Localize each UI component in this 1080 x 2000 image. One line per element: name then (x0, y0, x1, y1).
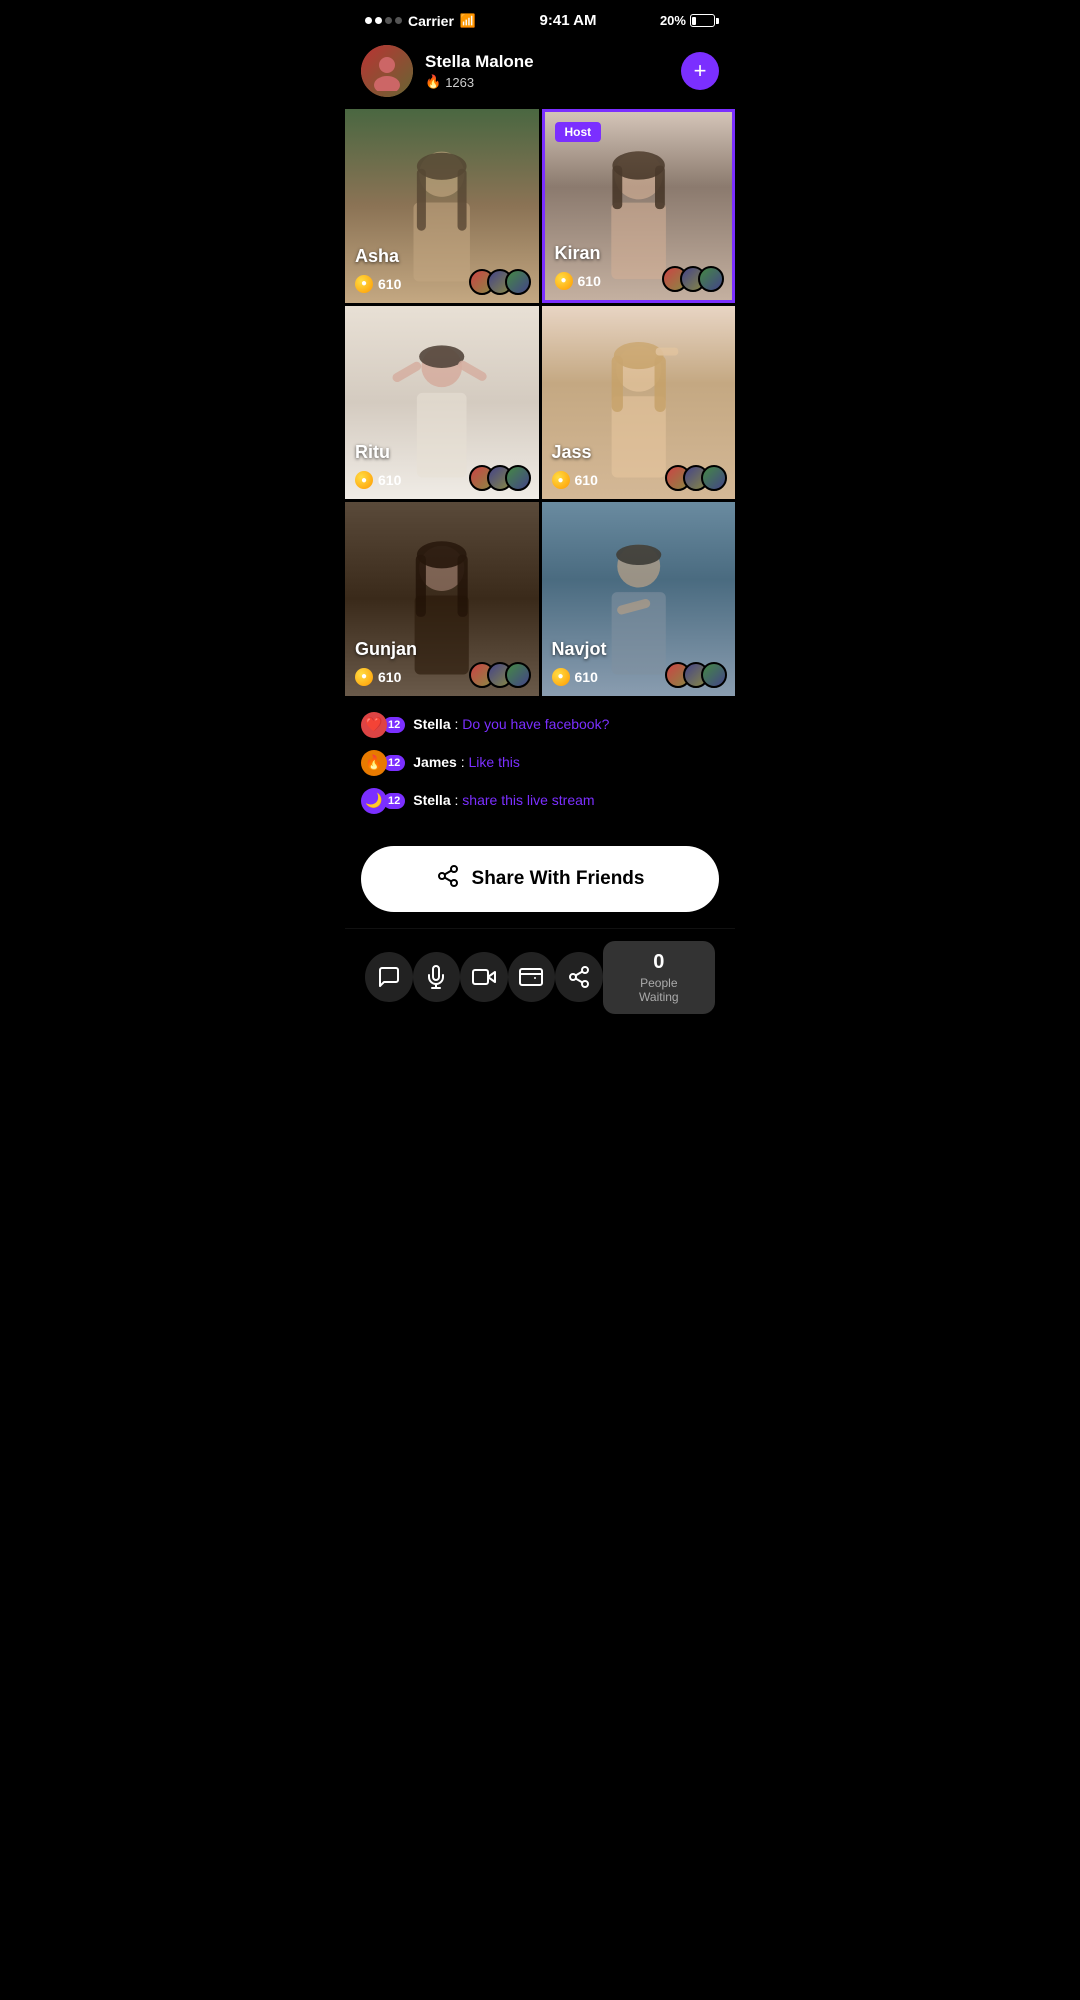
cell-name-ritu: Ritu (355, 442, 390, 463)
bottom-bar: 0 People Waiting (345, 928, 735, 1038)
user-info: Stella Malone 🔥 1263 (425, 52, 669, 90)
avatar (361, 45, 413, 97)
cell-name-kiran: Kiran (555, 243, 601, 264)
share-section: Share With Friends (345, 838, 735, 928)
chat-username-1: Stella (413, 716, 450, 732)
share-button-icon (436, 864, 460, 894)
status-right: 20% (660, 13, 715, 28)
cell-name-jass: Jass (552, 442, 592, 463)
avatars-group-asha (469, 269, 531, 295)
add-button[interactable]: + (681, 52, 719, 90)
signal-dot-4 (395, 17, 402, 24)
signal-dot-2 (375, 17, 382, 24)
video-icon (472, 965, 496, 989)
user-name: Stella Malone (425, 52, 669, 72)
chat-username-3: Stella (413, 792, 450, 808)
chat-message-3: 🌙 12 Stella : share this live stream (361, 788, 719, 814)
badge-icon-1: ❤️ (361, 712, 387, 738)
share-button-label: Share With Friends (472, 868, 645, 890)
status-left: Carrier 📶 (365, 13, 476, 29)
host-badge-kiran: Host (555, 122, 602, 142)
chat-badge-1: ❤️ 12 (361, 712, 405, 738)
user-score: 🔥 1263 (425, 74, 669, 90)
avatars-group-gunjan (469, 662, 531, 688)
coin-icon-gunjan: ● (355, 668, 373, 686)
user-card: Stella Malone 🔥 1263 + (345, 37, 735, 109)
battery-icon (690, 14, 715, 27)
people-waiting-panel: 0 People Waiting (603, 941, 715, 1014)
cell-name-asha: Asha (355, 246, 399, 267)
waiting-count: 0 (621, 951, 697, 974)
signal-dots (365, 17, 402, 24)
cell-name-gunjan: Gunjan (355, 639, 417, 660)
chat-msg-content-2: Like this (469, 754, 520, 770)
battery-percent: 20% (660, 13, 686, 28)
cell-score-kiran: ● 610 (555, 272, 601, 290)
cell-score-gunjan: ● 610 (355, 668, 401, 686)
mic-button[interactable] (413, 952, 461, 1002)
video-cell-jass[interactable]: Jass ● 610 (542, 306, 736, 500)
video-cell-navjot[interactable]: Navjot ● 610 (542, 502, 736, 696)
score-value: 1263 (445, 75, 474, 90)
cell-score-asha: ● 610 (355, 275, 401, 293)
share-bottom-button[interactable] (555, 952, 603, 1002)
mic-icon (424, 965, 448, 989)
coin-icon-jass: ● (552, 471, 570, 489)
chat-text-2: James : Like this (413, 753, 520, 773)
cell-name-navjot: Navjot (552, 639, 607, 660)
chat-section: ❤️ 12 Stella : Do you have facebook? 🔥 1… (345, 696, 735, 838)
avatars-group-jass (665, 465, 727, 491)
coin-icon-asha: ● (355, 275, 373, 293)
avatars-group-navjot (665, 662, 727, 688)
chat-message-1: ❤️ 12 Stella : Do you have facebook? (361, 712, 719, 738)
chat-icon (377, 965, 401, 989)
wallet-button[interactable] (508, 952, 556, 1002)
badge-icon-2: 🔥 (361, 750, 387, 776)
chat-button[interactable] (365, 952, 413, 1002)
share-with-friends-button[interactable]: Share With Friends (361, 846, 719, 912)
chat-badge-2: 🔥 12 (361, 750, 405, 776)
chat-message-2: 🔥 12 James : Like this (361, 750, 719, 776)
wallet-icon (519, 965, 543, 989)
chat-text-1: Stella : Do you have facebook? (413, 715, 609, 735)
video-cell-kiran[interactable]: Host Kiran ● 610 (542, 109, 736, 303)
chat-text-3: Stella : share this live stream (413, 791, 594, 811)
share-bottom-icon (567, 965, 591, 989)
cell-score-navjot: ● 610 (552, 668, 598, 686)
coin-icon-navjot: ● (552, 668, 570, 686)
video-grid: Asha ● 610 Host Kiran ● 610 (345, 109, 735, 696)
coin-icon-kiran: ● (555, 272, 573, 290)
badge-icon-3: 🌙 (361, 788, 387, 814)
chat-badge-3: 🌙 12 (361, 788, 405, 814)
avatars-group-kiran (662, 266, 724, 292)
waiting-label: People Waiting (621, 976, 697, 1004)
chat-username-2: James (413, 754, 457, 770)
cell-score-jass: ● 610 (552, 471, 598, 489)
cell-score-ritu: ● 610 (355, 471, 401, 489)
carrier-label: Carrier (408, 13, 454, 29)
signal-dot-1 (365, 17, 372, 24)
video-button[interactable] (460, 952, 508, 1002)
flame-icon: 🔥 (425, 74, 441, 90)
avatar-silhouette (367, 51, 407, 91)
video-cell-asha[interactable]: Asha ● 610 (345, 109, 539, 303)
wifi-icon: 📶 (460, 13, 476, 29)
avatar-container (361, 45, 413, 97)
video-cell-gunjan[interactable]: Gunjan ● 610 (345, 502, 539, 696)
video-cell-ritu[interactable]: Ritu ● 610 (345, 306, 539, 500)
status-bar: Carrier 📶 9:41 AM 20% (345, 0, 735, 37)
time-display: 9:41 AM (540, 12, 597, 29)
chat-msg-content-3: share this live stream (462, 792, 594, 808)
signal-dot-3 (385, 17, 392, 24)
coin-icon-ritu: ● (355, 471, 373, 489)
avatars-group-ritu (469, 465, 531, 491)
chat-msg-content-1: Do you have facebook? (462, 716, 609, 732)
